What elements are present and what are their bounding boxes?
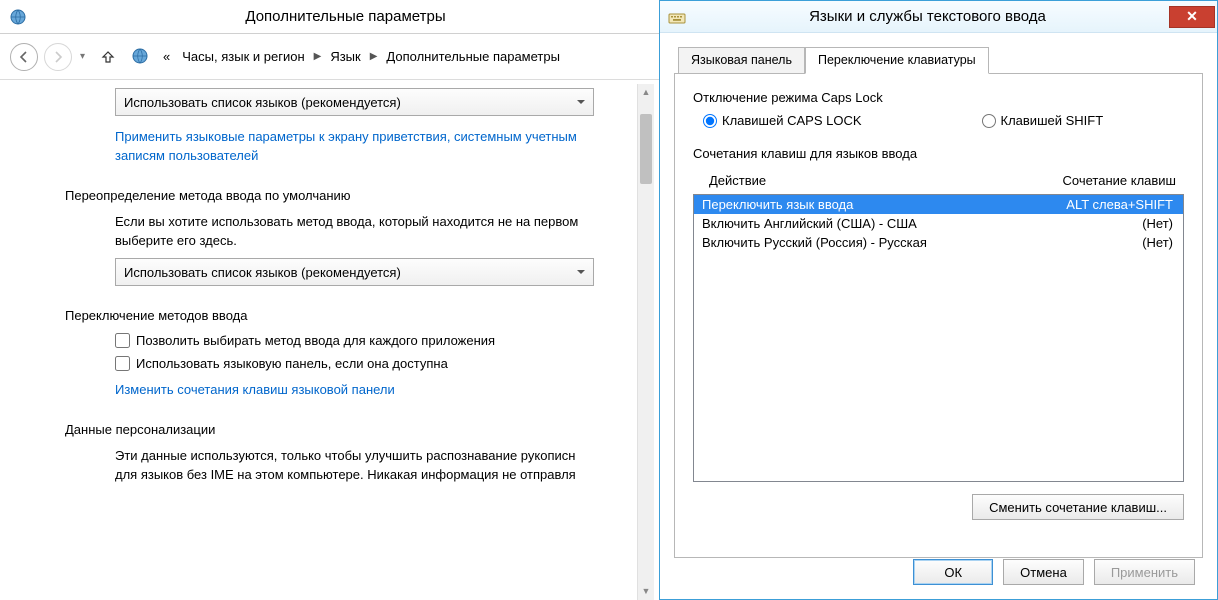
close-icon: ✕: [1186, 8, 1198, 25]
col-keys: Сочетание клавиш: [1063, 173, 1176, 188]
dropdown-value: Использовать список языков (рекомендуетс…: [124, 95, 401, 110]
forward-button[interactable]: [44, 43, 72, 71]
dropdown-value: Использовать список языков (рекомендуетс…: [124, 265, 401, 280]
heading-switch: Переключение методов ввода: [65, 308, 654, 323]
row-action: Включить Русский (Россия) - Русская: [702, 235, 927, 250]
ok-button[interactable]: ОК: [913, 559, 993, 585]
hotkeys-group-label: Сочетания клавиш для языков ввода: [693, 146, 1184, 161]
chevron-right-icon: ▶: [314, 51, 322, 62]
row-action: Включить Английский (США) - США: [702, 216, 917, 231]
list-row[interactable]: Включить Русский (Россия) - Русская (Нет…: [694, 233, 1183, 252]
up-button[interactable]: [95, 44, 121, 70]
radio-label: Клавишей CAPS LOCK: [722, 113, 862, 128]
breadcrumb-globe-icon: [131, 47, 155, 67]
link-hotkeys[interactable]: Изменить сочетания клавиш языковой панел…: [115, 381, 654, 400]
vertical-scrollbar[interactable]: ▲ ▼: [637, 84, 654, 600]
language-list-dropdown-1[interactable]: Использовать список языков (рекомендуетс…: [115, 88, 594, 116]
checkbox-label: Позволить выбирать метод ввода для каждо…: [136, 333, 495, 348]
checkbox-per-app[interactable]: Позволить выбирать метод ввода для каждо…: [115, 333, 654, 348]
col-action: Действие: [709, 173, 766, 188]
language-list-dropdown-2[interactable]: Использовать список языков (рекомендуетс…: [115, 258, 594, 286]
scroll-down-icon[interactable]: ▼: [638, 583, 654, 600]
row-keys: ALT слева+SHIFT: [1066, 197, 1173, 212]
radio-caps-lock-input[interactable]: [703, 114, 717, 128]
radio-shift[interactable]: Клавишей SHIFT: [982, 113, 1104, 128]
heading-override: Переопределение метода ввода по умолчани…: [65, 188, 654, 203]
list-header: Действие Сочетание клавиш: [693, 169, 1184, 194]
row-keys: (Нет): [1142, 216, 1173, 231]
globe-icon: [8, 7, 28, 27]
breadcrumb-item-0[interactable]: Часы, язык и регион: [182, 49, 304, 64]
list-row[interactable]: Включить Английский (США) - США (Нет): [694, 214, 1183, 233]
apply-button[interactable]: Применить: [1094, 559, 1195, 585]
radio-shift-input[interactable]: [982, 114, 996, 128]
breadcrumb-item-2[interactable]: Дополнительные параметры: [386, 49, 560, 64]
heading-personal: Данные персонализации: [65, 422, 654, 437]
keyboard-icon: [668, 10, 686, 24]
paragraph-override: Если вы хотите использовать метод ввода,…: [115, 213, 654, 251]
radio-caps-lock[interactable]: Клавишей CAPS LOCK: [703, 113, 862, 128]
dialog-button-row: ОК Отмена Применить: [913, 559, 1195, 585]
tab-keyboard-switch[interactable]: Переключение клавиатуры: [805, 47, 989, 74]
tab-language-bar[interactable]: Языковая панель: [678, 47, 805, 73]
dialog-body: Отключение режима Caps Lock Клавишей CAP…: [674, 73, 1203, 558]
breadcrumb-dots[interactable]: «: [163, 49, 170, 64]
list-row[interactable]: Переключить язык ввода ALT слева+SHIFT: [694, 195, 1183, 214]
checkbox-lang-bar-input[interactable]: [115, 356, 130, 371]
breadcrumb-item-1[interactable]: Язык: [330, 49, 360, 64]
text-services-dialog: Языки и службы текстового ввода ✕ Языков…: [659, 0, 1218, 600]
change-hotkey-button[interactable]: Сменить сочетание клавиш...: [972, 494, 1184, 520]
dialog-title: Языки и службы текстового ввода: [686, 8, 1169, 25]
cp-titlebar: Дополнительные параметры: [0, 0, 659, 34]
dialog-tabs: Языковая панель Переключение клавиатуры: [678, 47, 1217, 73]
paragraph-personal: Эти данные используются, только чтобы ул…: [115, 447, 654, 485]
row-keys: (Нет): [1142, 235, 1173, 250]
scroll-up-icon[interactable]: ▲: [638, 84, 654, 101]
cp-title: Дополнительные параметры: [32, 0, 659, 34]
radio-label: Клавишей SHIFT: [1001, 113, 1104, 128]
hotkey-list[interactable]: Переключить язык ввода ALT слева+SHIFT В…: [693, 194, 1184, 482]
back-button[interactable]: [10, 43, 38, 71]
caps-lock-group-label: Отключение режима Caps Lock: [693, 90, 1184, 105]
checkbox-label: Использовать языковую панель, если она д…: [136, 356, 448, 371]
scroll-thumb[interactable]: [640, 114, 652, 184]
dialog-titlebar: Языки и службы текстового ввода ✕: [660, 1, 1217, 33]
control-panel-window: Дополнительные параметры ▾ « Часы, язык …: [0, 0, 659, 600]
checkbox-lang-bar[interactable]: Использовать языковую панель, если она д…: [115, 356, 654, 371]
row-action: Переключить язык ввода: [702, 197, 853, 212]
cp-toolbar: ▾ « Часы, язык и регион ▶ Язык ▶ Дополни…: [0, 34, 659, 80]
checkbox-per-app-input[interactable]: [115, 333, 130, 348]
cancel-button[interactable]: Отмена: [1003, 559, 1084, 585]
chevron-right-icon: ▶: [370, 51, 378, 62]
close-button[interactable]: ✕: [1169, 6, 1215, 28]
cp-content: Использовать список языков (рекомендуетс…: [5, 84, 654, 600]
link-welcome-screen[interactable]: Применить языковые параметры к экрану пр…: [115, 128, 654, 166]
